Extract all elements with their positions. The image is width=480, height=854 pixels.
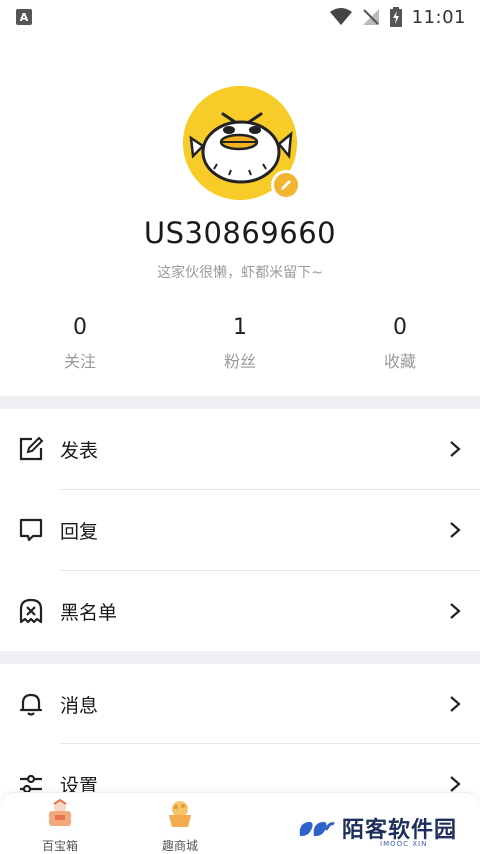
chevron-right-icon (448, 694, 462, 714)
menu-item-label: 黑名单 (60, 601, 118, 624)
stat-value: 1 (233, 315, 247, 340)
bell-icon (18, 691, 44, 717)
menu-item-posts[interactable]: 发表 (0, 409, 480, 489)
stat-label: 收藏 (383, 352, 416, 371)
tab-label: 趣商城 (161, 839, 198, 853)
menu-item-label: 消息 (60, 694, 99, 717)
watermark-subtext: IMOOC XIN (380, 840, 428, 848)
watermark: 陌客软件园 IMOOC XIN (296, 812, 457, 848)
status-bar: A 11:01 (0, 0, 480, 34)
blacklist-icon (18, 598, 44, 624)
watermark-logo-icon (299, 821, 335, 836)
edit-icon (18, 436, 44, 462)
status-time: 11:01 (411, 6, 466, 28)
chevron-right-icon (448, 774, 462, 794)
chevron-right-icon (448, 520, 462, 540)
status-indicator: A (16, 9, 32, 25)
username: US30869660 (143, 216, 337, 250)
chevron-right-icon (448, 439, 462, 459)
menu-item-label: 发表 (60, 439, 99, 462)
treasure-icon (49, 798, 71, 826)
stat-followers[interactable]: 1 粉丝 (160, 314, 320, 372)
profile-header: US30869660 这家伙很懒，虾都米留下~ 0 关注 1 粉丝 0 收藏 (0, 34, 480, 396)
tab-label: 百宝箱 (41, 839, 78, 853)
mall-icon (169, 801, 191, 827)
section-separator (0, 396, 480, 409)
menu-item-replies[interactable]: 回复 (0, 490, 480, 570)
pencil-icon (281, 180, 291, 190)
menu-item-blacklist[interactable]: 黑名单 (0, 571, 480, 651)
no-signal-icon (362, 9, 379, 25)
tab-treasure[interactable]: 百宝箱 (20, 798, 100, 854)
wifi-icon (329, 8, 352, 25)
reply-icon (18, 517, 44, 543)
stats-row: 0 关注 1 粉丝 0 收藏 (0, 314, 480, 372)
stat-label: 关注 (63, 352, 96, 371)
status-icons: 11:01 (329, 6, 466, 28)
menu-item-messages[interactable]: 消息 (0, 664, 480, 744)
stat-value: 0 (393, 315, 407, 340)
stat-following[interactable]: 0 关注 (0, 314, 160, 372)
avatar-container[interactable] (183, 86, 301, 202)
menu-item-label: 回复 (60, 520, 99, 543)
edit-avatar-button[interactable] (271, 170, 301, 200)
tab-mall[interactable]: 趣商城 (140, 799, 220, 854)
user-bio: 这家伙很懒，虾都米留下~ (157, 265, 323, 281)
stat-favorites[interactable]: 0 收藏 (320, 314, 480, 372)
stat-label: 粉丝 (223, 352, 256, 371)
chevron-right-icon (448, 601, 462, 621)
stat-value: 0 (73, 315, 87, 340)
battery-charging-icon (389, 7, 402, 27)
section-separator (0, 651, 480, 664)
